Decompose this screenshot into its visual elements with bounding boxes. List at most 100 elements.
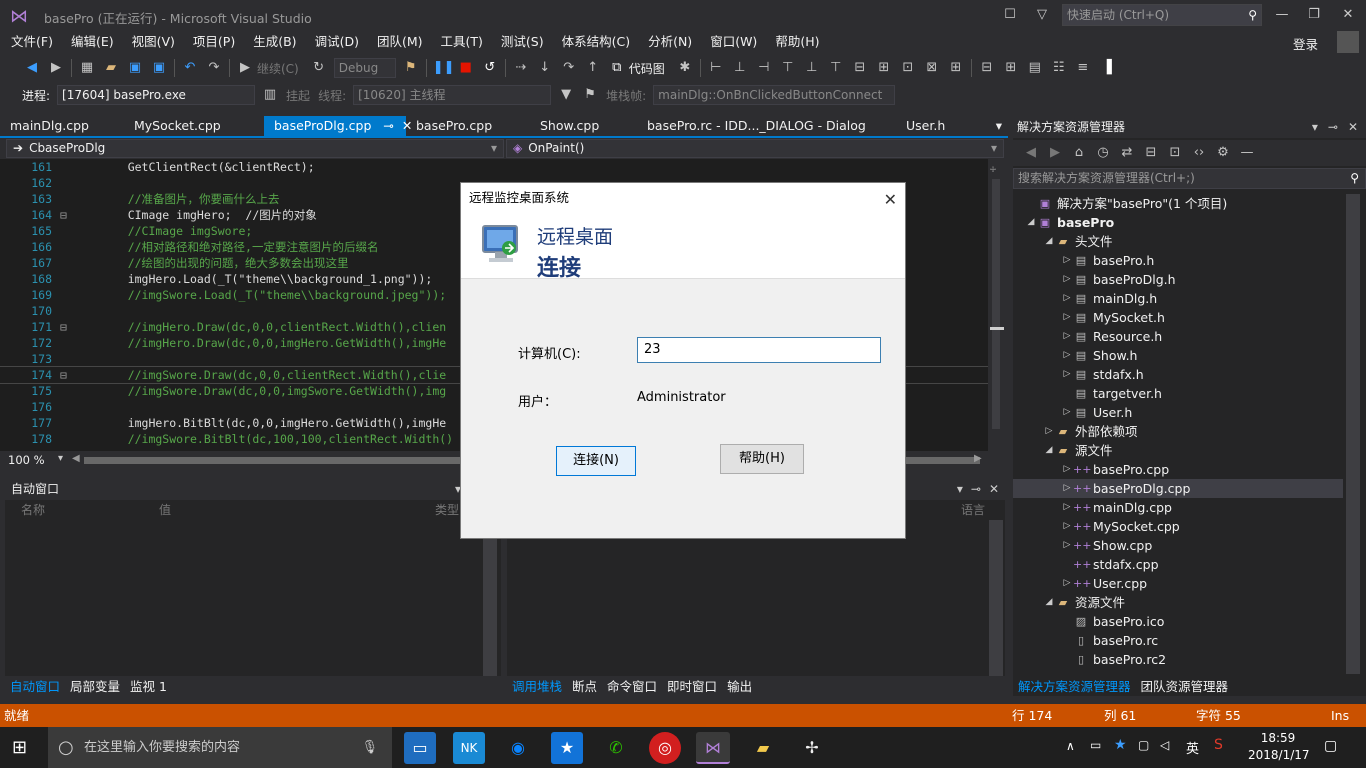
make-same-width-icon[interactable]: ⊟ (851, 59, 869, 77)
tab-mysocket-cpp[interactable]: MySocket.cpp (124, 116, 264, 136)
expand-arrow-icon[interactable]: ◢ (1043, 232, 1055, 251)
tree-item[interactable]: ++ stdafx.cpp (1013, 555, 1343, 574)
step-over-icon[interactable]: ↷ (560, 59, 578, 77)
suspend-icon[interactable]: ▥ (261, 86, 279, 104)
column-language[interactable]: 语言 (961, 500, 985, 520)
show-next-statement-icon[interactable]: ⇢ (512, 59, 530, 77)
menu-debug[interactable]: 调试(D) (306, 31, 368, 53)
quick-launch-input[interactable]: 快速启动 (Ctrl+Q) ⚲ (1062, 4, 1262, 26)
tree-item[interactable]: ▯ basePro.rc2 (1013, 650, 1343, 669)
chevron-down-icon[interactable]: ▾ (957, 482, 963, 496)
align-right-icon[interactable]: ⊣ (755, 59, 773, 77)
expand-arrow-icon[interactable]: ◢ (1025, 213, 1037, 232)
pause-icon[interactable]: ❚❚ (433, 59, 455, 77)
tab-show-cpp[interactable]: Show.cpp (530, 116, 637, 136)
tab-solution-explorer[interactable]: 解决方案资源管理器 (1013, 677, 1136, 697)
tab-output[interactable]: 输出 (722, 677, 757, 697)
tab-immediate-window[interactable]: 即时窗口 (662, 677, 722, 697)
tree-item[interactable]: ▣ 解决方案"basePro"(1 个项目) (1013, 194, 1343, 213)
tab-basepro-rc-dialog[interactable]: basePro.rc - IDD..._DIALOG - Dialog (637, 116, 896, 136)
tray-expand-icon[interactable]: ∧ (1066, 739, 1075, 753)
preview-icon[interactable]: — (1238, 144, 1256, 162)
solution-explorer-scrollbar[interactable] (1346, 194, 1360, 674)
save-all-icon[interactable]: ▣ (150, 59, 168, 77)
file-explorer-icon[interactable]: ▰ (747, 732, 779, 764)
autos-scrollbar[interactable] (483, 520, 497, 676)
code-line[interactable]: 161 GetClientRect(&clientRect); (0, 159, 988, 175)
center-horizontal-icon[interactable]: ⊟ (978, 59, 996, 77)
menu-view[interactable]: 视图(V) (123, 31, 184, 53)
pin-icon[interactable]: ⊸ (383, 116, 393, 136)
favorites-app-icon[interactable]: ★ (551, 732, 583, 764)
back-icon[interactable]: ◀ (1022, 144, 1040, 162)
taskbar-search[interactable]: ○ 在这里输入你要搜索的内容 🎙 (48, 727, 392, 768)
tree-item[interactable]: ▷ ▤ Resource.h (1013, 327, 1343, 346)
chevron-down-icon[interactable]: ▾ (1312, 116, 1318, 138)
stop-icon[interactable]: ■ (457, 59, 475, 77)
close-icon[interactable]: ✕ (1348, 116, 1358, 138)
fold-toggle-icon[interactable]: ⊟ (60, 319, 74, 335)
collapse-arrow-icon[interactable]: ▷ (1061, 327, 1073, 346)
align-left-icon[interactable]: ⊢ (707, 59, 725, 77)
collapse-arrow-icon[interactable]: ▷ (1043, 422, 1055, 441)
menu-architecture[interactable]: 体系结构(C) (553, 31, 639, 53)
pin-icon[interactable]: ⊸ (1328, 116, 1338, 138)
class-dropdown[interactable]: ➔ CbaseProDlg ▾ (6, 139, 504, 158)
tree-item[interactable]: ▷ ▰ 外部依赖项 (1013, 422, 1343, 441)
tree-item[interactable]: ▷ ▤ MySocket.h (1013, 308, 1343, 327)
new-project-icon[interactable]: ▦ (78, 59, 96, 77)
tab-basepro-cpp[interactable]: basePro.cpp (406, 116, 530, 136)
codemap-button[interactable]: 代码图 (629, 60, 665, 77)
flag-filter-icon[interactable]: ▼ (557, 86, 575, 104)
close-icon[interactable]: ✕ (989, 482, 999, 496)
tab-user-h[interactable]: User.h (896, 116, 976, 136)
ime-indicator[interactable]: 英 (1186, 738, 1199, 757)
visual-studio-taskbar-icon[interactable]: ⋈ (696, 732, 730, 764)
continue-button[interactable]: 继续(C) (257, 60, 299, 77)
notification-icon[interactable]: ▢ (1324, 738, 1337, 754)
redo-icon[interactable]: ↷ (205, 59, 223, 77)
scrollbar-track[interactable] (992, 179, 1000, 429)
close-window-button[interactable]: ✕ (1336, 4, 1360, 26)
collapse-arrow-icon[interactable]: ▷ (1061, 498, 1073, 517)
refresh-icon[interactable]: ↻ (310, 59, 328, 77)
menu-team[interactable]: 团队(M) (368, 31, 432, 53)
tree-item[interactable]: ▷ ++ baseProDlg.cpp (1013, 479, 1343, 498)
center-vertical-icon[interactable]: ⊞ (1002, 59, 1020, 77)
tree-item[interactable]: ▨ basePro.ico (1013, 612, 1343, 631)
wechat-icon[interactable]: ✆ (600, 732, 632, 764)
step-into-icon[interactable]: ↓ (536, 59, 554, 77)
tab-autos[interactable]: 自动窗口 (5, 677, 65, 697)
collapse-arrow-icon[interactable]: ▷ (1061, 308, 1073, 327)
netease-music-icon[interactable]: ◎ (649, 732, 681, 764)
tree-item[interactable]: ▯ basePro.rc (1013, 631, 1343, 650)
scrollbar-thumb[interactable] (990, 327, 1004, 330)
collapse-arrow-icon[interactable]: ▷ (1061, 574, 1073, 593)
login-link[interactable]: 登录 (1293, 34, 1318, 53)
tree-item[interactable]: ▷ ++ basePro.cpp (1013, 460, 1343, 479)
align-middle-icon[interactable]: ⊥ (803, 59, 821, 77)
tree-item[interactable]: ▷ ▤ mainDlg.h (1013, 289, 1343, 308)
collapse-arrow-icon[interactable]: ▷ (1061, 517, 1073, 536)
tray-star-icon[interactable]: ★ (1114, 737, 1127, 753)
solution-explorer-search[interactable]: 搜索解决方案资源管理器(Ctrl+;) ⚲ (1013, 168, 1366, 189)
make-same-height-icon[interactable]: ⊞ (875, 59, 893, 77)
dialog-close-button[interactable]: ✕ (884, 185, 897, 214)
forward-icon[interactable]: ▶ (1046, 144, 1064, 162)
column-type[interactable]: 类型 (435, 500, 459, 520)
menu-test[interactable]: 测试(S) (492, 31, 553, 53)
forward-icon[interactable]: ▶ (47, 59, 65, 77)
call-stack-scrollbar[interactable] (989, 520, 1003, 676)
menu-file[interactable]: 文件(F) (2, 31, 62, 53)
tab-team-explorer[interactable]: 团队资源管理器 (1136, 677, 1234, 697)
connect-button[interactable]: 连接(N) (556, 446, 636, 476)
collapse-arrow-icon[interactable]: ▷ (1061, 346, 1073, 365)
tab-call-stack[interactable]: 调用堆栈 (507, 677, 567, 697)
expand-arrow-icon[interactable]: ◢ (1043, 441, 1055, 460)
menu-tools[interactable]: 工具(T) (432, 31, 492, 53)
tree-item[interactable]: ◢ ▰ 资源文件 (1013, 593, 1343, 612)
tree-item[interactable]: ▷ ++ User.cpp (1013, 574, 1343, 593)
grid-icon[interactable]: ⊞ (947, 59, 965, 77)
solution-config-select[interactable]: Debug (333, 58, 396, 78)
tree-item[interactable]: ▷ ▤ basePro.h (1013, 251, 1343, 270)
